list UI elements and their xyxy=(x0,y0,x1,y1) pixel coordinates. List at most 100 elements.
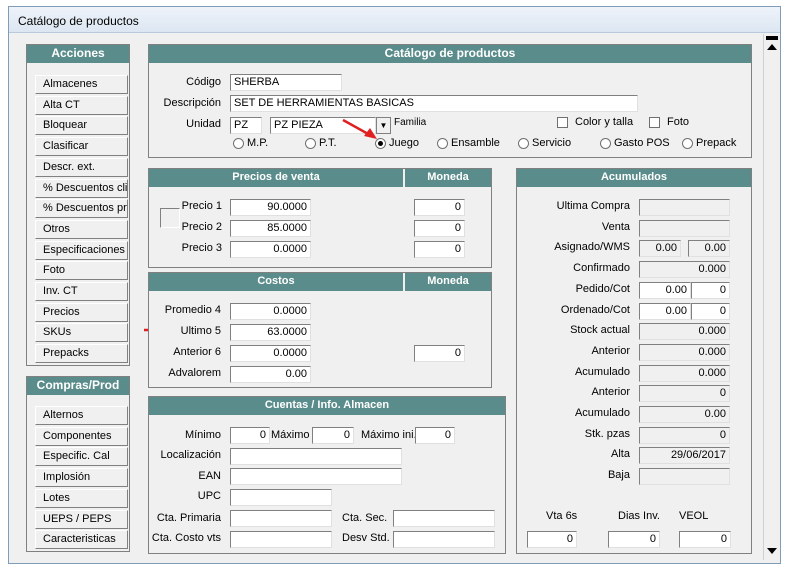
costo-anterior-6-input[interactable]: 0.0000 xyxy=(230,345,311,362)
cta-costo-input[interactable] xyxy=(230,531,332,548)
cta-sec-input[interactable] xyxy=(393,510,495,527)
scroll-up-arrow-icon[interactable] xyxy=(767,44,777,50)
sidebar-item-descuentos-clis-button[interactable]: % Descuentos clis xyxy=(35,178,128,198)
baja-field xyxy=(639,468,730,486)
acumulado-2-label: Acumulado xyxy=(574,407,630,419)
type-radio-p-t[interactable] xyxy=(305,138,316,149)
costo-anterior-6-label: Anterior 6 xyxy=(173,346,221,358)
costo-advalorem-label: Advalorem xyxy=(168,367,221,379)
cuentas-header: Cuentas / Info. Almacen xyxy=(149,397,505,415)
codigo-input[interactable]: SHERBA xyxy=(230,74,342,91)
catalog-header: Catálogo de productos xyxy=(149,45,751,63)
type-radio-ensamble[interactable] xyxy=(437,138,448,149)
baja-label: Baja xyxy=(607,469,630,482)
type-radio-prepack[interactable] xyxy=(682,138,693,149)
maximo-ini-label: Máximo ini. xyxy=(361,429,417,441)
type-label-juego: Juego xyxy=(389,137,419,149)
precio-1-input[interactable]: 90.0000 xyxy=(230,199,311,216)
type-label-gasto-pos: Gasto POS xyxy=(614,137,670,149)
sidebar-item-otros-button[interactable]: Otros xyxy=(35,219,128,239)
color-talla-label: Color y talla xyxy=(575,116,634,128)
costo-ultimo-5-input[interactable]: 63.0000 xyxy=(230,324,311,341)
type-radio-gasto-pos[interactable] xyxy=(600,138,611,149)
anterior-1-field: 0.000 xyxy=(639,343,730,361)
sidebar-item-bloquear-button[interactable]: Bloquear xyxy=(35,116,128,136)
type-radio-m-p[interactable] xyxy=(233,138,244,149)
precio-1-moneda-input[interactable]: 0 xyxy=(414,199,465,216)
asignado-label: Asignado/WMS xyxy=(554,241,630,254)
sidebar-item-inv-ct-button[interactable]: Inv. CT xyxy=(35,282,128,301)
sidebar-item-ueps-peps-button[interactable]: UEPS / PEPS xyxy=(35,509,128,529)
sidebar-item-alternos-button[interactable]: Alternos xyxy=(35,406,128,425)
unidad-code-input[interactable]: PZ xyxy=(230,117,262,134)
dias-inv-input[interactable]: 0 xyxy=(608,531,660,548)
sidebar-item-skus-button[interactable]: SKUs xyxy=(35,323,128,343)
sidebar-item-almacenes-button[interactable]: Almacenes xyxy=(35,75,128,94)
scroll-down-arrow-icon[interactable] xyxy=(767,548,777,554)
sidebar-item-foto-button[interactable]: Foto xyxy=(35,261,128,281)
localizacion-input[interactable] xyxy=(230,448,402,465)
confirmado-label: Confirmado xyxy=(573,262,630,275)
acumulado-2-field: 0.00 xyxy=(639,406,730,423)
type-label-p-t: P.T. xyxy=(319,137,337,149)
vta6s-label: Vta 6s xyxy=(546,510,578,522)
type-radio-servicio[interactable] xyxy=(518,138,529,149)
desv-std-input[interactable] xyxy=(393,531,495,548)
color-talla-checkbox[interactable] xyxy=(557,117,568,128)
acumulado-1-label: Acumulado xyxy=(574,365,630,378)
sidebar-item-clasificar-button[interactable]: Clasificar xyxy=(35,137,128,157)
precio-2-input[interactable]: 85.0000 xyxy=(230,220,311,237)
ultima-compra-field xyxy=(639,199,730,216)
anterior-1-label: Anterior xyxy=(591,344,630,357)
cta-costo-label: Cta. Costo vts xyxy=(151,532,221,544)
sidebar-item-lotes-button[interactable]: Lotes xyxy=(35,488,128,508)
codigo-label: Código xyxy=(186,76,221,88)
sidebar-item-componentes-button[interactable]: Componentes xyxy=(35,426,128,446)
pedido-label: Pedido/Cot xyxy=(575,282,630,295)
minimo-input[interactable]: 0 xyxy=(230,427,270,444)
vertical-scrollbar[interactable] xyxy=(763,34,779,560)
upc-input[interactable] xyxy=(230,489,332,506)
sidebar-item-caracteristicas-button[interactable]: Caracteristicas xyxy=(35,530,128,550)
precio-3-moneda-input[interactable]: 0 xyxy=(414,241,465,258)
costos-moneda-header: Moneda xyxy=(405,273,491,291)
sidebar-item-precios-button[interactable]: Precios xyxy=(35,302,128,322)
unidad-label: Unidad xyxy=(186,118,221,130)
cta-primaria-input[interactable] xyxy=(230,510,332,527)
sidebar-item-especific-cal-button[interactable]: Especific. Cal xyxy=(35,447,128,467)
ean-input[interactable] xyxy=(230,468,402,485)
alta-field: 29/06/2017 xyxy=(639,447,730,465)
type-label-m-p: M.P. xyxy=(247,137,269,149)
precio-3-input[interactable]: 0.0000 xyxy=(230,241,311,258)
dias-inv-label: Dias Inv. xyxy=(618,510,660,522)
sidebar-item-descuentos-prv-button[interactable]: % Descuentos prv xyxy=(35,199,128,219)
costo-advalorem-input[interactable]: 0.00 xyxy=(230,366,311,383)
costo-promedio-4-input[interactable]: 0.0000 xyxy=(230,303,311,320)
pedido-a-field: 0.00 xyxy=(639,282,691,299)
precio-1-label: Precio 1 xyxy=(181,200,222,212)
acumulado-1-field: 0.000 xyxy=(639,364,730,382)
descripcion-input[interactable]: SET DE HERRAMIENTAS BASICAS xyxy=(230,95,638,112)
sidebar-item-especificaciones-button[interactable]: Especificaciones xyxy=(35,240,128,260)
cta-primaria-label: Cta. Primaria xyxy=(156,512,221,524)
maximo-ini-input[interactable]: 0 xyxy=(415,427,455,444)
vta6s-input[interactable]: 0 xyxy=(527,531,577,548)
localizacion-label: Localización xyxy=(160,449,221,461)
ordenado-a-field: 0.00 xyxy=(639,303,691,320)
cta-sec-label: Cta. Sec. xyxy=(342,512,388,524)
sidebar-item-alta-ct-button[interactable]: Alta CT xyxy=(35,95,128,115)
sidebar-item-prepacks-button[interactable]: Prepacks xyxy=(35,344,128,364)
sidebar-item-descr-ext-button[interactable]: Descr. ext. xyxy=(35,157,128,177)
scroll-top-button[interactable] xyxy=(766,36,778,40)
pointer-arrow-icon xyxy=(342,118,377,139)
veol-input[interactable]: 0 xyxy=(679,531,731,548)
precio-2-moneda-input[interactable]: 0 xyxy=(414,220,465,237)
precio-3-label: Precio 3 xyxy=(181,242,222,254)
foto-checkbox[interactable] xyxy=(649,117,660,128)
maximo-input[interactable]: 0 xyxy=(312,427,354,444)
type-label-servicio: Servicio xyxy=(532,137,572,149)
precios-moneda-header: Moneda xyxy=(405,169,491,187)
costo-anterior-6-moneda-input[interactable]: 0 xyxy=(414,345,465,362)
sidebar-item-implosi-n-button[interactable]: Implosión xyxy=(35,468,128,488)
familia-label: Familia xyxy=(394,117,427,128)
